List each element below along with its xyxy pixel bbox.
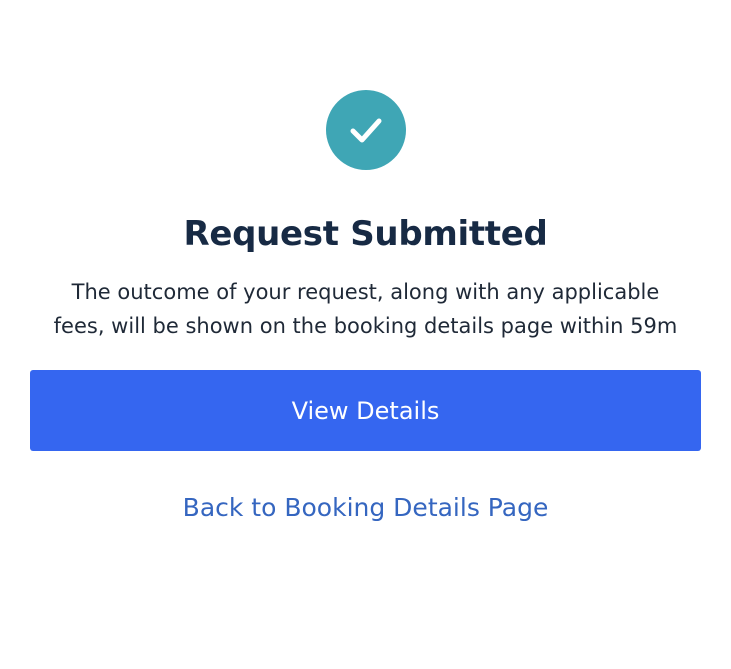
status-message-line-1: The outcome of your request, along with … xyxy=(71,280,660,304)
checkmark-icon xyxy=(350,118,382,143)
back-to-booking-details-link[interactable]: Back to Booking Details Page xyxy=(0,486,731,530)
view-details-button[interactable]: View Details xyxy=(30,370,701,451)
status-message: The outcome of your request, along with … xyxy=(30,275,701,343)
page-title: Request Submitted xyxy=(183,214,548,254)
success-checkmark-icon xyxy=(326,90,406,170)
view-details-label: View Details xyxy=(291,396,440,425)
status-message-line-2: fees, will be shown on the booking detai… xyxy=(53,314,678,338)
